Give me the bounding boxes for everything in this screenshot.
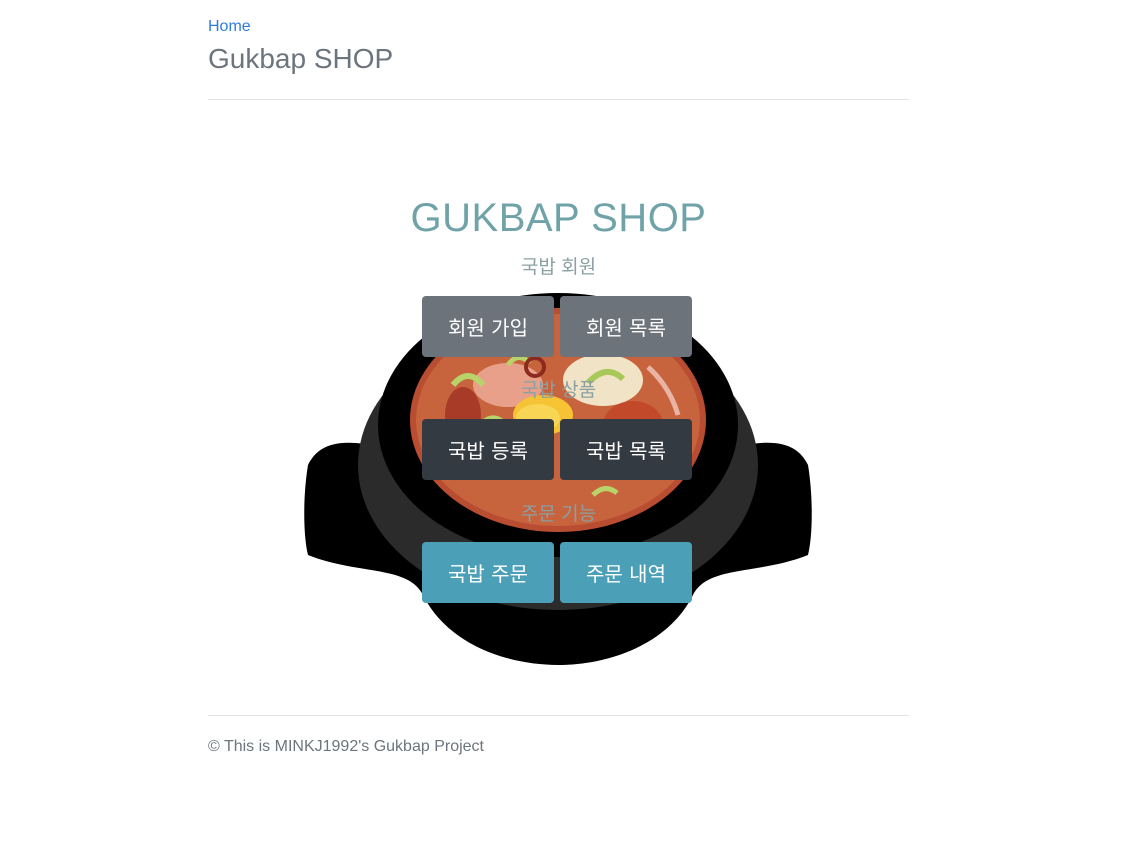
home-link[interactable]: Home — [208, 18, 251, 36]
member-join-button[interactable]: 회원 가입 — [422, 296, 554, 357]
header-divider — [208, 99, 909, 100]
member-section-label: 국밥 회원 — [520, 257, 597, 278]
item-section-label: 국밥 상품 — [520, 380, 597, 401]
footer-divider — [208, 715, 909, 716]
footer-text: © This is MINKJ1992's Gukbap Project — [208, 738, 484, 755]
member-list-button[interactable]: 회원 목록 — [560, 296, 692, 357]
order-button[interactable]: 국밥 주문 — [422, 542, 554, 603]
order-section-label: 주문 기능 — [520, 504, 597, 525]
item-list-button[interactable]: 국밥 목록 — [560, 419, 692, 480]
item-register-button[interactable]: 국밥 등록 — [422, 419, 554, 480]
hero-jumbotron: GUKBAP SHOP 국밥 회원 회원 가입 회원 목록 국밥 상품 국밥 등… — [208, 135, 909, 680]
hero-title: GUKBAP SHOP — [410, 196, 707, 240]
order-history-button[interactable]: 주문 내역 — [560, 542, 692, 603]
site-title: Gukbap SHOP — [208, 43, 394, 74]
